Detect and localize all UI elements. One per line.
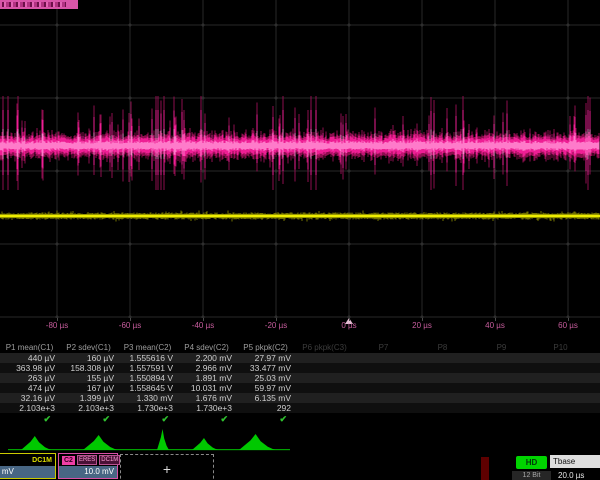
- hd-mode-badge[interactable]: HD: [516, 456, 547, 469]
- param-header-p9[interactable]: P9: [472, 343, 531, 352]
- measure-value: 59.97 mV: [236, 383, 295, 393]
- measure-row: 2.103e+32.103e+31.730e+31.730e+3292: [0, 403, 600, 413]
- measure-value: 10.031 mV: [177, 383, 236, 393]
- measure-value: 1.730e+3: [177, 403, 236, 413]
- param-header-p5[interactable]: P5 pkpk(C2): [236, 343, 295, 352]
- measure-value: 1.399 µV: [59, 393, 118, 403]
- measure-value: 2.966 mV: [177, 363, 236, 373]
- c2-eres-badge: ERES: [77, 455, 97, 465]
- measure-row: 440 µV160 µV1.555616 V2.200 mV27.97 mV: [0, 353, 600, 363]
- axis-tick-label: -60 µs: [119, 321, 141, 330]
- param-header-p3[interactable]: P3 mean(C2): [118, 343, 177, 352]
- channel-c2-descriptor[interactable]: C2 ERES DC1M 10.0 mV: [58, 453, 118, 479]
- measure-value: 6.135 mV: [236, 393, 295, 403]
- measure-value: 2.103e+3: [0, 403, 59, 413]
- descriptor-row: C1 DC1M 10.0 mV C2 ERES DC1M 10.0 mV + H…: [0, 453, 600, 480]
- param-header-p6[interactable]: P6 pkpk(C3): [295, 343, 354, 352]
- axis-tick-label: 40 µs: [485, 321, 505, 330]
- clipped-trace-label: [0, 0, 78, 9]
- param-header-p1[interactable]: P1 mean(C1): [0, 343, 59, 352]
- time-axis: -100 µs-80 µs-60 µs-40 µs-20 µs0 µs20 µs…: [0, 318, 600, 334]
- measure-value: 2.200 mV: [177, 353, 236, 363]
- timebase-value: 20.0 µs: [550, 470, 600, 480]
- measure-value: 1.550894 V: [118, 373, 177, 383]
- measure-row: 474 µV167 µV1.558645 V10.031 mV59.97 mV: [0, 383, 600, 393]
- measure-value: 155 µV: [59, 373, 118, 383]
- measure-value: 263 µV: [0, 373, 59, 383]
- timebase-descriptor[interactable]: Tbase: [550, 455, 600, 468]
- plus-icon: +: [163, 461, 171, 477]
- measure-value: 160 µV: [59, 353, 118, 363]
- param-header-p8[interactable]: P8: [413, 343, 472, 352]
- measure-value: 474 µV: [0, 383, 59, 393]
- c2-volts-per-div: 10.0 mV: [59, 466, 117, 478]
- axis-tick-label: 0 µs: [341, 321, 356, 330]
- measure-value: 33.477 mV: [236, 363, 295, 373]
- oscilloscope-screen: -100 µs-80 µs-60 µs-40 µs-20 µs0 µs20 µs…: [0, 0, 600, 480]
- waveform-grid: [0, 0, 600, 318]
- hd-bits-label: 12 Bit: [512, 471, 551, 480]
- measure-value: 1.555616 V: [118, 353, 177, 363]
- c1-volts-per-div: 10.0 mV: [0, 466, 55, 478]
- param-header-p10[interactable]: P10: [531, 343, 590, 352]
- measure-value: 1.330 mV: [118, 393, 177, 403]
- measure-value: 1.558645 V: [118, 383, 177, 393]
- param-header-p4[interactable]: P4 sdev(C2): [177, 343, 236, 352]
- measure-value: 25.03 mV: [236, 373, 295, 383]
- measure-row: 32.16 µV1.399 µV1.330 mV1.676 mV6.135 mV: [0, 393, 600, 403]
- axis-tick-label: 20 µs: [412, 321, 432, 330]
- measure-row: 263 µV155 µV1.550894 V1.891 mV25.03 mV: [0, 373, 600, 383]
- c1-coupling-label: DC1M: [32, 457, 52, 464]
- c2-badge: C2: [62, 456, 75, 465]
- clipped-trigger-descriptor: [481, 457, 489, 480]
- parameter-histicons: [0, 428, 600, 452]
- add-channel-button[interactable]: +: [120, 454, 214, 480]
- checkmark-icon: ✔: [177, 414, 236, 425]
- measure-value: 1.730e+3: [118, 403, 177, 413]
- param-header-p7[interactable]: P7: [354, 343, 413, 352]
- measure-value: 292: [236, 403, 295, 413]
- axis-tick-label: 60 µs: [558, 321, 578, 330]
- axis-tick-label: -40 µs: [192, 321, 214, 330]
- checkmark-icon: ✔: [118, 414, 177, 425]
- measure-value: 440 µV: [0, 353, 59, 363]
- channel-c1-descriptor[interactable]: C1 DC1M 10.0 mV: [0, 453, 56, 479]
- graticule: [0, 0, 600, 318]
- parameter-header-row: P1 mean(C1)P2 sdev(C1)P3 mean(C2)P4 sdev…: [0, 341, 600, 353]
- measure-value: 167 µV: [59, 383, 118, 393]
- status-row: ✔✔✔✔✔: [0, 413, 600, 425]
- measure-row: 363.98 µV158.308 µV1.557591 V2.966 mV33.…: [0, 363, 600, 373]
- measure-value: 27.97 mV: [236, 353, 295, 363]
- measurement-table: P1 mean(C1)P2 sdev(C1)P3 mean(C2)P4 sdev…: [0, 341, 600, 425]
- c2-noise-trace: [0, 96, 599, 190]
- clipped-label-text: [2, 2, 66, 7]
- c1-flat-trace: [0, 210, 600, 221]
- c2-coupling-badge: DC1M: [99, 455, 120, 465]
- measure-value: 1.891 mV: [177, 373, 236, 383]
- measure-value: 1.676 mV: [177, 393, 236, 403]
- measure-value: 363.98 µV: [0, 363, 59, 373]
- param-header-p2[interactable]: P2 sdev(C1): [59, 343, 118, 352]
- measure-value: 32.16 µV: [0, 393, 59, 403]
- measure-value: 2.103e+3: [59, 403, 118, 413]
- checkmark-icon: ✔: [236, 414, 295, 425]
- checkmark-icon: ✔: [0, 414, 59, 425]
- axis-tick-label: -80 µs: [46, 321, 68, 330]
- checkmark-icon: ✔: [59, 414, 118, 425]
- axis-tick-label: -20 µs: [265, 321, 287, 330]
- measure-value: 158.308 µV: [59, 363, 118, 373]
- waveform-svg: [0, 0, 600, 318]
- measure-value: 1.557591 V: [118, 363, 177, 373]
